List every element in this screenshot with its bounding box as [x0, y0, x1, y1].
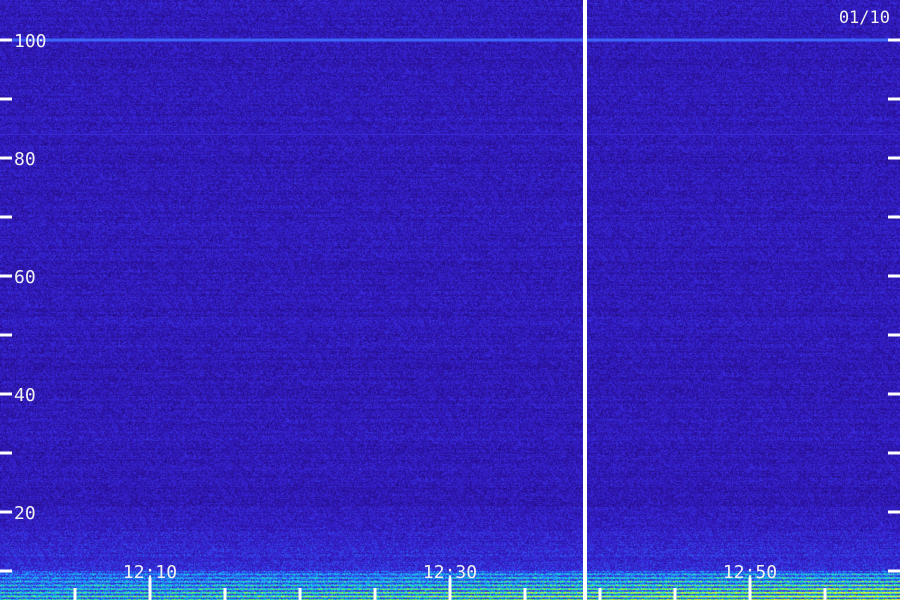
y-tick-label-40: 40: [14, 385, 36, 406]
x-tick-label-12:10: 12:10: [123, 562, 177, 583]
x-tick-label-12:30: 12:30: [423, 562, 477, 583]
spectrogram-heatmap: [0, 0, 900, 600]
y-tick-label-100: 100: [14, 31, 47, 52]
y-tick-label-60: 60: [14, 267, 36, 288]
y-tick-label-80: 80: [14, 149, 36, 170]
y-tick-label-20: 20: [14, 503, 36, 524]
spectrogram-chart: 20 40 60 80 100 12:10 12:30 12:50 01/10: [0, 0, 900, 600]
date-label: 01/10: [839, 8, 890, 28]
x-tick-label-12:50: 12:50: [723, 562, 777, 583]
